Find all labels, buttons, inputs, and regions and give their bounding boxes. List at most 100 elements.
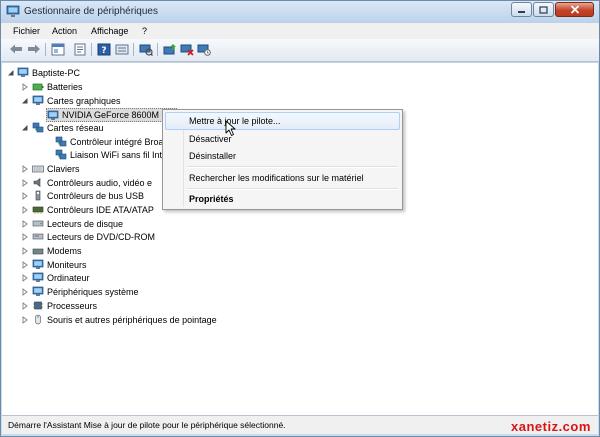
help-button[interactable]: ? [97, 42, 111, 56]
expanded-triangle-icon [22, 98, 28, 104]
tree-item-controleurs-ide[interactable]: Contrôleurs IDE ATA/ATAP [32, 203, 154, 216]
properties-button[interactable] [73, 42, 87, 56]
forward-arrow-icon [28, 44, 40, 54]
tree-item-label: Claviers [47, 163, 80, 174]
minimize-icon [518, 10, 525, 13]
tree-item-claviers[interactable]: Claviers [32, 162, 80, 175]
minimize-button[interactable] [511, 2, 532, 17]
tree-expander[interactable] [21, 124, 29, 132]
view-resources-button[interactable] [115, 42, 129, 56]
display-adapter-icon [32, 95, 44, 105]
tree-expander[interactable] [21, 97, 29, 105]
update-driver-button[interactable] [163, 42, 177, 56]
context-menu-uninstall[interactable]: Désinstaller [165, 147, 400, 165]
menu-action[interactable]: Action [52, 26, 77, 36]
computer-icon [32, 272, 44, 282]
tree-item-souris[interactable]: Souris et autres périphériques de pointa… [32, 313, 217, 326]
close-button[interactable] [555, 2, 594, 17]
mouse-cursor-icon [225, 120, 236, 136]
tree-expander[interactable] [21, 302, 29, 310]
tree-expander[interactable] [21, 220, 29, 228]
tree-item-label: Modems [47, 245, 82, 256]
tree-item-modems[interactable]: Modems [32, 244, 82, 257]
tree-expander[interactable] [21, 165, 29, 173]
tree-expander[interactable] [21, 288, 29, 296]
toolbar-separator [133, 43, 134, 56]
tree-item-ordinateur[interactable]: Ordinateur [32, 271, 90, 284]
context-menu-properties[interactable]: Propriétés [165, 190, 400, 208]
svg-text:?: ? [101, 46, 106, 56]
scan-hardware-icon [139, 44, 153, 56]
forward-button[interactable] [27, 42, 41, 56]
tree-item-peripheriques-systeme[interactable]: Périphériques système [32, 285, 139, 298]
tree-item-cartes-graphiques[interactable]: Cartes graphiques [32, 94, 121, 107]
collapsed-triangle-icon [22, 247, 28, 255]
context-menu-update-driver[interactable]: Mettre à jour le pilote... [165, 112, 400, 130]
tree-item-moniteurs[interactable]: Moniteurs [32, 258, 87, 271]
tree-expander[interactable] [7, 69, 15, 77]
tree-root[interactable]: Baptiste-PC [17, 66, 80, 79]
network-adapter-icon [32, 122, 44, 133]
tree-expander[interactable] [21, 206, 29, 214]
tree-item-label: Liaison WiFi sans fil Inte [70, 149, 168, 160]
context-menu-separator [187, 166, 398, 168]
context-menu-disable[interactable]: Désactiver [165, 130, 400, 148]
context-menu-scan-hardware[interactable]: Rechercher les modifications sur le maté… [165, 169, 400, 187]
status-text: Démarre l'Assistant Mise à jour de pilot… [8, 420, 286, 430]
tree-item-lecteurs-disque[interactable]: Lecteurs de disque [32, 217, 123, 230]
collapsed-triangle-icon [22, 83, 28, 91]
properties-icon [74, 43, 86, 55]
tree-expander[interactable] [21, 316, 29, 324]
tree-item-lecteurs-dvd[interactable]: Lecteurs de DVD/CD-ROM [32, 230, 155, 243]
tree-item-controleurs-audio[interactable]: Contrôleurs audio, vidéo e [32, 176, 152, 189]
tree-item-nvidia-geforce[interactable]: NVIDIA GeForce 8600M GT [46, 108, 178, 122]
back-button[interactable] [9, 42, 23, 56]
keyboard-icon [32, 165, 44, 173]
collapsed-triangle-icon [22, 179, 28, 187]
tree-expander[interactable] [21, 233, 29, 241]
mouse-icon [35, 314, 41, 325]
tree-item-label: Contrôleurs audio, vidéo e [47, 177, 153, 188]
tree-item-label: NVIDIA GeForce 8600M GT [62, 110, 175, 120]
tree-item-controleurs-usb[interactable]: Contrôleurs de bus USB [32, 189, 144, 202]
tree-item-label: Lecteurs de disque [47, 218, 124, 229]
menu-help[interactable]: ? [142, 26, 147, 36]
show-hide-tree-button[interactable] [51, 42, 65, 56]
tree-root-label: Baptiste-PC [32, 67, 81, 78]
system-device-icon [32, 286, 44, 296]
tree-item-processeurs[interactable]: Processeurs [32, 299, 97, 312]
menu-affichage[interactable]: Affichage [91, 26, 128, 36]
maximize-button[interactable] [533, 2, 554, 17]
scan-hardware-button[interactable] [139, 42, 153, 56]
expanded-triangle-icon [8, 70, 14, 76]
tree-expander[interactable] [21, 274, 29, 282]
caption-buttons [510, 2, 594, 17]
toolbar-separator [45, 43, 46, 56]
tree-expander[interactable] [21, 83, 29, 91]
tree-item-label: Contrôleurs IDE ATA/ATAP [47, 204, 154, 215]
audio-icon [33, 177, 41, 188]
context-menu-item-label: Rechercher les modifications sur le maté… [189, 173, 364, 183]
view-resources-icon [115, 44, 129, 54]
tree-item-label: Périphériques système [47, 286, 139, 297]
tree-item-label: Batteries [47, 81, 83, 92]
tree-item-batteries[interactable]: Batteries [32, 80, 83, 93]
uninstall-button[interactable] [180, 42, 194, 56]
context-menu-item-label: Propriétés [189, 194, 234, 204]
tree-expander[interactable] [21, 192, 29, 200]
menu-fichier[interactable]: Fichier [13, 26, 40, 36]
tree-item-cartes-reseau[interactable]: Cartes réseau [32, 121, 104, 134]
usb-icon [35, 190, 41, 201]
tree-expander[interactable] [21, 247, 29, 255]
disable-button[interactable] [197, 42, 211, 56]
tree-expander[interactable] [21, 179, 29, 187]
computer-icon [17, 67, 29, 77]
tree-item-controleur-integre[interactable]: Contrôleur intégré Broa [55, 135, 164, 148]
tree-item-liaison-wifi[interactable]: Liaison WiFi sans fil Inte [55, 148, 167, 161]
toolbar-separator [157, 43, 158, 56]
tree-expander[interactable] [21, 261, 29, 269]
title-bar: Gestionnaire de périphériques [1, 1, 599, 23]
expanded-triangle-icon [22, 125, 28, 131]
tree-item-label: Souris et autres périphériques de pointa… [47, 314, 217, 325]
collapsed-triangle-icon [22, 233, 28, 241]
